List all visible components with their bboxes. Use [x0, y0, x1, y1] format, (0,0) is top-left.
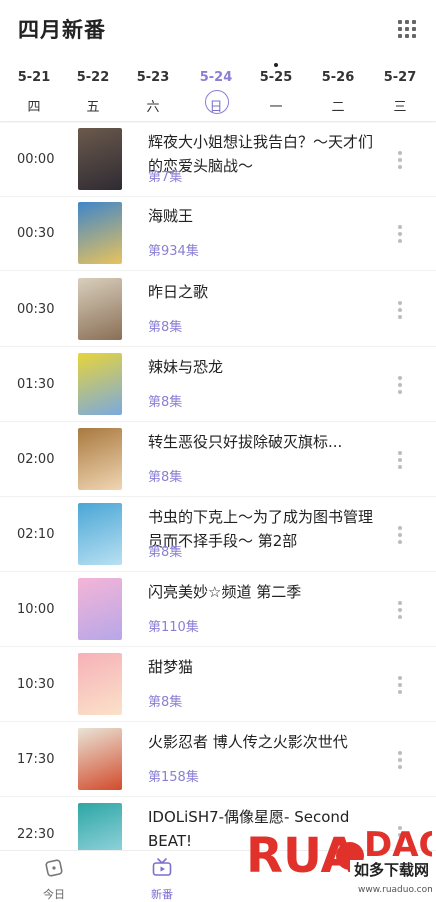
episode-label: 第8集	[148, 695, 183, 710]
grid-icon[interactable]	[398, 20, 416, 38]
svg-text:www.ruaduo.com: www.ruaduo.com	[358, 885, 432, 895]
schedule-row[interactable]: 01:30 辣妹与恐龙第8集	[0, 348, 436, 422]
anime-cover-image[interactable]	[78, 202, 122, 264]
tab-new-anime-label: 新番	[151, 888, 173, 901]
date-label: 5-23	[136, 70, 170, 85]
dice-icon	[45, 859, 63, 877]
schedule-row[interactable]: 00:00 辉夜大小姐想让我告白？～天才们的恋爱头脑战～ 第7集	[0, 123, 436, 197]
air-time: 00:30	[17, 302, 55, 317]
anime-cover-image[interactable]	[78, 578, 122, 640]
schedule-list: 00:00 辉夜大小姐想让我告白？～天才们的恋爱头脑战～ 第7集 00:30 海贼王第9…	[0, 123, 436, 850]
schedule-row[interactable]: 00:30 昨日之歌第8集	[0, 273, 436, 347]
more-options-icon[interactable]	[396, 225, 404, 245]
more-options-icon[interactable]	[396, 526, 404, 546]
episode-label: 第7集	[148, 170, 183, 185]
weekday-label: 五	[86, 100, 100, 115]
anime-cover-image[interactable]	[78, 653, 122, 715]
episode-label: 第934集	[148, 244, 199, 259]
date-label: 5-21	[17, 70, 51, 85]
air-time: 00:30	[17, 226, 55, 241]
schedule-row[interactable]: 17:30 火影忍者 博人传之火影次世代第158集	[0, 723, 436, 797]
schedule-row[interactable]: 02:00 转生恶役只好拔除破灭旗标... 第8集	[0, 423, 436, 497]
date-selector: 5-21 四 5-22 五 5-23 六 5-24 日 5-25 一 5-26 二 5-27 三	[0, 56, 436, 122]
anime-cover-image[interactable]	[78, 803, 122, 850]
anime-cover-image[interactable]	[78, 428, 122, 490]
anime-title[interactable]: 闪亮美妙☆频道 第二季	[148, 580, 373, 604]
date-label: 5-27	[383, 70, 417, 85]
date-label: 5-22	[76, 70, 110, 85]
more-options-icon[interactable]	[396, 376, 404, 396]
air-time: 02:10	[17, 527, 55, 542]
weekday-label: 二	[331, 100, 345, 115]
date-tab-5-24[interactable]: 5-24 日	[188, 56, 244, 122]
page-title: 四月新番	[18, 18, 106, 42]
weekday-label: 六	[146, 100, 160, 115]
anime-cover-image[interactable]	[78, 353, 122, 415]
air-time: 02:00	[17, 452, 55, 467]
episode-label: 第8集	[148, 470, 183, 485]
air-time: 17:30	[17, 752, 55, 767]
schedule-row[interactable]: 10:30 甜梦猫第8集	[0, 648, 436, 722]
air-time: 22:30	[17, 827, 55, 842]
anime-cover-image[interactable]	[78, 278, 122, 340]
episode-label: 第8集	[148, 395, 183, 410]
episode-label: 第158集	[148, 770, 199, 785]
anime-title[interactable]: 辣妹与恐龙	[148, 355, 373, 379]
date-label: 5-26	[321, 70, 355, 85]
weekday-label: 日	[209, 100, 223, 115]
more-options-icon[interactable]	[396, 676, 404, 696]
weekday-label: 四	[27, 100, 41, 115]
air-time: 10:00	[17, 602, 55, 617]
episode-label: 第110集	[148, 620, 199, 635]
date-tab-5-21[interactable]: 5-21 四	[6, 56, 62, 122]
more-options-icon[interactable]	[396, 301, 404, 321]
tab-today-label: 今日	[43, 888, 65, 901]
date-label: 5-25	[259, 70, 293, 85]
more-options-icon[interactable]	[396, 751, 404, 771]
schedule-row[interactable]: 10:00 闪亮美妙☆频道 第二季第110集	[0, 573, 436, 647]
today-marker-dot	[274, 63, 278, 67]
date-tab-5-22[interactable]: 5-22 五	[65, 56, 121, 122]
svg-text:如多下载网: 如多下载网	[354, 861, 429, 879]
more-options-icon[interactable]	[396, 601, 404, 621]
tab-today[interactable]: 今日	[24, 857, 84, 902]
more-options-icon[interactable]	[396, 151, 404, 171]
anime-title[interactable]: 火影忍者 博人传之火影次世代	[148, 730, 373, 754]
svg-text:DAO: DAO	[364, 825, 432, 865]
anime-cover-image[interactable]	[78, 728, 122, 790]
air-time: 00:00	[17, 152, 55, 167]
tab-new-anime[interactable]: 新番	[132, 857, 192, 902]
schedule-row[interactable]: 02:10 书虫的下克上～为了成为图书管理员而不择手段～ 第2部 第8集	[0, 498, 436, 572]
ruadao-watermark-logo: RUA DAO 如多下载网 www.ruaduo.com	[246, 825, 432, 895]
date-label: 5-24	[199, 70, 233, 85]
tv-icon	[152, 858, 172, 876]
anime-title[interactable]: 昨日之歌	[148, 280, 373, 304]
anime-cover-image[interactable]	[78, 503, 122, 565]
date-tab-5-23[interactable]: 5-23 六	[125, 56, 181, 122]
anime-title[interactable]: 转生恶役只好拔除破灭旗标...	[148, 430, 373, 454]
air-time: 10:30	[17, 677, 55, 692]
anime-title[interactable]: 海贼王	[148, 204, 373, 228]
air-time: 01:30	[17, 377, 55, 392]
header: 四月新番	[0, 0, 436, 56]
schedule-row[interactable]: 00:30 海贼王第934集	[0, 197, 436, 271]
date-tab-5-26[interactable]: 5-26 二	[310, 56, 366, 122]
date-tab-5-27[interactable]: 5-27 三	[372, 56, 428, 122]
episode-label: 第8集	[148, 545, 183, 560]
more-options-icon[interactable]	[396, 451, 404, 471]
anime-cover-image[interactable]	[78, 128, 122, 190]
weekday-label: 一	[269, 100, 283, 115]
date-tab-5-25[interactable]: 5-25 一	[248, 56, 304, 122]
anime-title[interactable]: 甜梦猫	[148, 655, 373, 679]
weekday-label: 三	[393, 100, 407, 115]
episode-label: 第8集	[148, 320, 183, 335]
